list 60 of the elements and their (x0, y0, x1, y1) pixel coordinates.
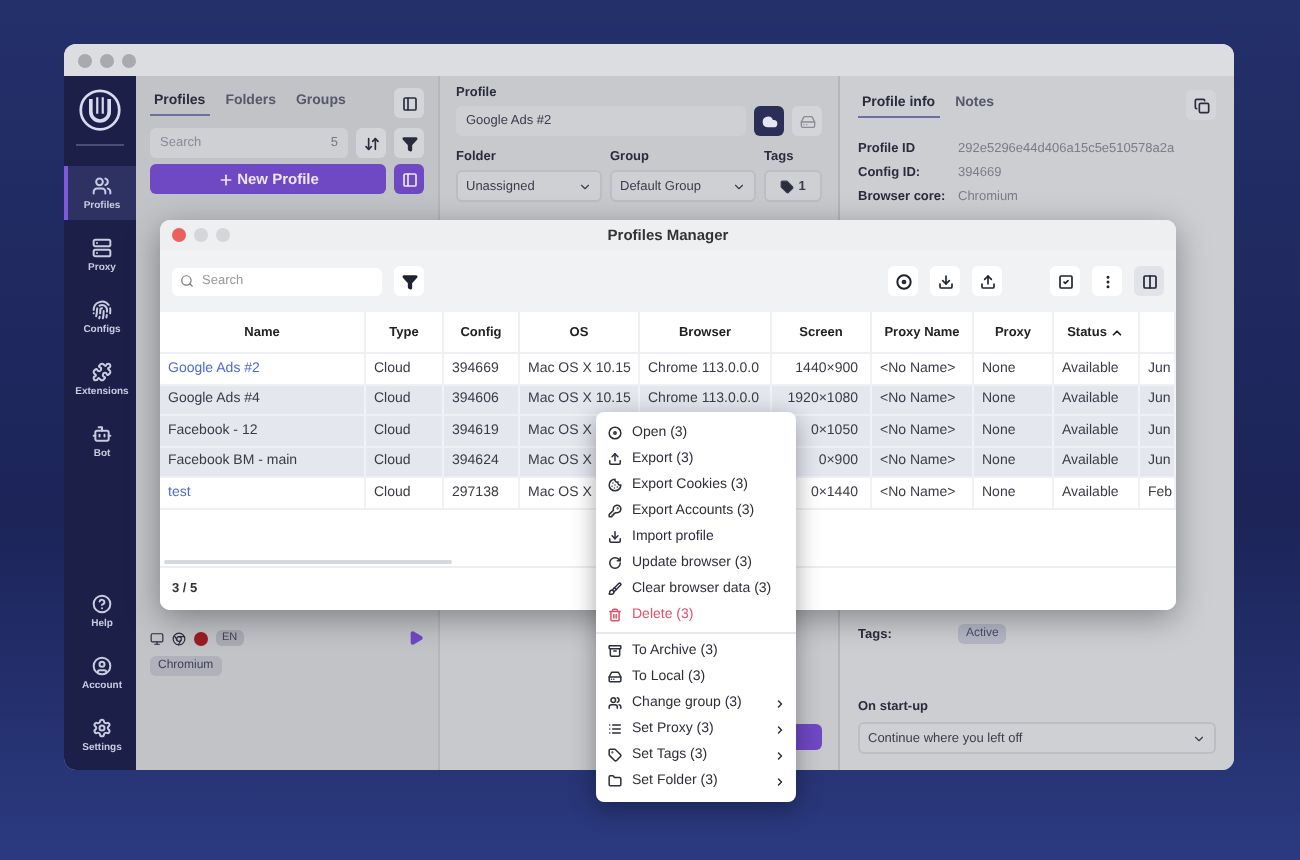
columns-button[interactable] (1134, 266, 1164, 296)
sort-button[interactable] (356, 128, 386, 158)
puzzle-icon (92, 362, 112, 382)
browser-icon (172, 631, 186, 645)
cookie-icon (608, 478, 622, 492)
panel-icon (401, 171, 417, 187)
play-icon[interactable] (408, 630, 424, 646)
copy-icon (1193, 97, 1209, 113)
close-button[interactable] (172, 228, 186, 242)
users-icon (608, 696, 622, 710)
panel-icon (401, 95, 417, 111)
start-button[interactable] (888, 266, 918, 296)
import-button[interactable] (394, 164, 424, 194)
status-dot (194, 631, 208, 645)
columns-icon (1141, 273, 1157, 289)
download-icon (937, 273, 953, 289)
cloud-icon (761, 113, 777, 129)
account-icon (92, 656, 112, 676)
select-button[interactable] (1050, 266, 1080, 296)
server-icon (92, 238, 112, 258)
filter-icon (401, 273, 417, 289)
refresh-icon (608, 556, 622, 570)
settings-icon (92, 718, 112, 738)
plus-icon (217, 171, 234, 187)
copy-button[interactable] (1186, 90, 1216, 120)
disc-icon (895, 273, 911, 289)
cloud-button[interactable] (754, 106, 784, 136)
robot-icon (92, 424, 112, 444)
help-icon (92, 594, 112, 614)
chevron-down-icon (1192, 731, 1206, 745)
users-icon (92, 176, 112, 196)
brush-icon (608, 582, 622, 596)
monitor-icon (150, 631, 164, 645)
logo-icon (78, 88, 122, 132)
fingerprint-icon (92, 300, 112, 320)
disc-icon (608, 426, 622, 440)
search-icon (180, 274, 194, 288)
sort-ascending-icon (1110, 325, 1125, 339)
filter-icon (401, 135, 417, 151)
trash-icon (608, 608, 622, 622)
sort-icon (363, 135, 379, 151)
drive-icon (799, 113, 815, 129)
checkbox-icon (1057, 273, 1073, 289)
chevron-down-icon (732, 179, 746, 193)
drive-icon (608, 670, 622, 684)
archive-icon (608, 644, 622, 658)
download-icon (608, 530, 622, 544)
key-icon (608, 504, 622, 518)
export-button[interactable] (972, 266, 1002, 296)
folder-icon (608, 774, 622, 788)
chevron-down-icon (578, 179, 592, 193)
filter-button[interactable] (394, 128, 424, 158)
tag-icon (608, 748, 622, 762)
upload-icon (608, 452, 622, 466)
filter-button[interactable] (394, 266, 424, 296)
upload-icon (979, 273, 995, 289)
panel-toggle-button[interactable] (394, 88, 424, 118)
import-button[interactable] (930, 266, 960, 296)
tag-icon (780, 179, 795, 193)
list-icon (608, 722, 622, 736)
